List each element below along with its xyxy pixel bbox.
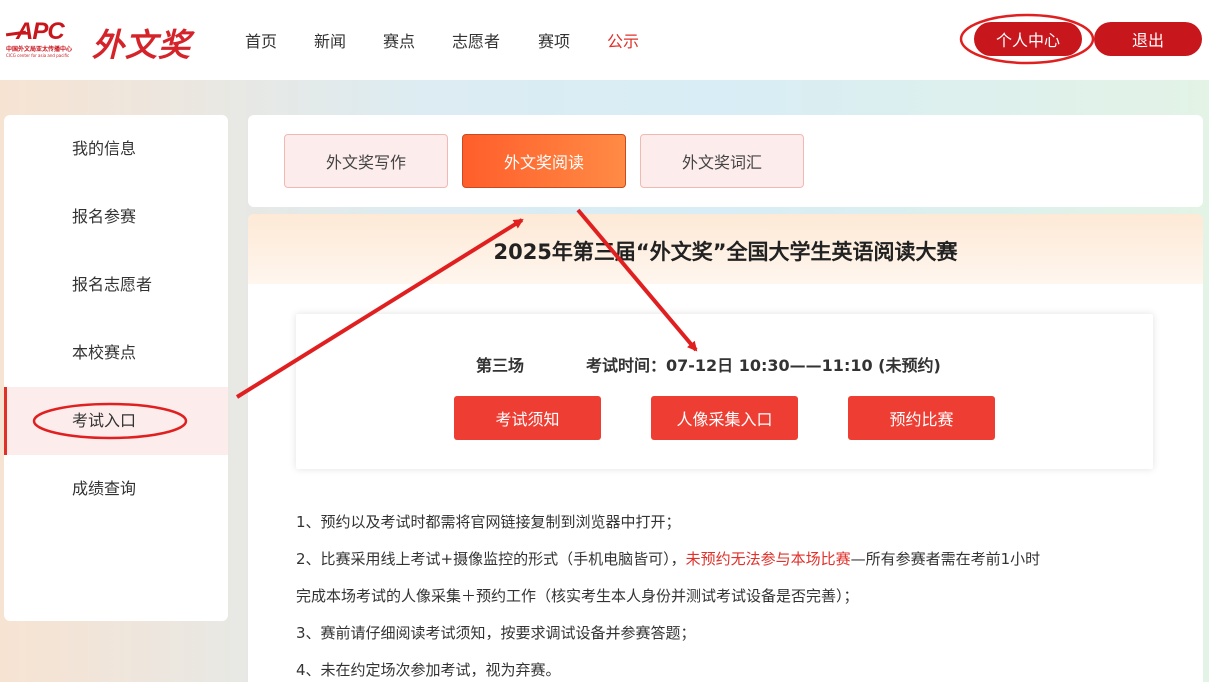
face-capture-button[interactable]: 人像采集入口 — [651, 396, 798, 440]
brand-logo[interactable]: 外文奖 — [92, 20, 191, 66]
page-title: 2025年第三届“外文奖”全国大学生英语阅读大赛 — [493, 240, 958, 264]
tab-reading[interactable]: 外文奖阅读 — [462, 134, 626, 188]
reserve-button[interactable]: 预约比赛 — [848, 396, 995, 440]
note-2: 2、比赛采用线上考试+摄像监控的形式（手机电脑皆可），未预约无法参与本场比赛—所… — [296, 541, 1166, 578]
logo-org-en: CICG center for asia and pacific — [6, 53, 70, 58]
session-box: 第三场 考试时间：07-12日 10:30——11:10 (未预约) 考试须知 … — [296, 314, 1153, 469]
logo-org-cn: 中国外文局亚太传播中心 — [6, 46, 73, 53]
logout-button[interactable]: 退出 — [1094, 22, 1202, 56]
exam-notice-button[interactable]: 考试须知 — [454, 396, 601, 440]
contest-tabs-panel: 外文奖写作 外文奖阅读 外文奖词汇 — [248, 115, 1203, 207]
session-name: 第三场 — [476, 356, 525, 375]
sidebar-item-exam-entry[interactable]: 考试入口 — [4, 387, 228, 455]
nav-events[interactable]: 赛项 — [538, 28, 570, 52]
note-1: 1、预约以及考试时都需将官网链接复制到浏览器中打开； — [296, 513, 681, 531]
nav-news[interactable]: 新闻 — [314, 28, 346, 52]
exam-card: 2025年第三届“外文奖”全国大学生英语阅读大赛 第三场 考试时间：07-12日… — [248, 214, 1203, 682]
sidebar: 我的信息 报名参赛 报名志愿者 本校赛点 考试入口 成绩查询 — [4, 115, 228, 621]
nav-venues[interactable]: 赛点 — [383, 28, 415, 52]
session-time: 考试时间：07-12日 10:30——11:10 (未预约) — [586, 356, 941, 375]
note-2-text-a: 2、比赛采用线上考试+摄像监控的形式（手机电脑皆可）， — [296, 550, 686, 568]
sidebar-item-score-query[interactable]: 成绩查询 — [4, 455, 228, 523]
sidebar-item-school-venue[interactable]: 本校赛点 — [4, 319, 228, 387]
note-3: 3、赛前请仔细阅读考试须知，按要求调试设备并参赛答题； — [296, 624, 696, 642]
exam-notes: 1、预约以及考试时都需将官网链接复制到浏览器中打开； 2、比赛采用线上考试+摄像… — [296, 504, 1166, 682]
note-2-warning: 未预约无法参与本场比赛 — [685, 550, 851, 568]
nav-home[interactable]: 首页 — [245, 28, 277, 52]
sidebar-item-my-info[interactable]: 我的信息 — [4, 115, 228, 183]
nav-volunteers[interactable]: 志愿者 — [452, 28, 500, 52]
note-2-continued: 完成本场考试的人像采集＋预约工作（核实考生本人身份并测试考试设备是否完善）； — [296, 587, 859, 605]
sidebar-item-register-volunteer[interactable]: 报名志愿者 — [4, 251, 228, 319]
personal-center-button[interactable]: 个人中心 — [974, 22, 1082, 56]
tab-vocabulary[interactable]: 外文奖词汇 — [640, 134, 804, 188]
nav-announcements[interactable]: 公示 — [607, 28, 639, 52]
note-4: 4、未在约定场次参加考试，视为弃赛。 — [296, 661, 561, 679]
tab-writing[interactable]: 外文奖写作 — [284, 134, 448, 188]
note-2-text-b: —所有参赛者需在考前1小时 — [850, 550, 1041, 568]
logo-apc-text: APC — [16, 18, 65, 45]
sidebar-item-register-contest[interactable]: 报名参赛 — [4, 183, 228, 251]
top-header: APC 中国外文局亚太传播中心 CICG center for asia and… — [0, 0, 1209, 80]
exam-card-header: 2025年第三届“外文奖”全国大学生英语阅读大赛 — [248, 214, 1203, 284]
apc-logo[interactable]: APC 中国外文局亚太传播中心 CICG center for asia and… — [5, 18, 82, 62]
